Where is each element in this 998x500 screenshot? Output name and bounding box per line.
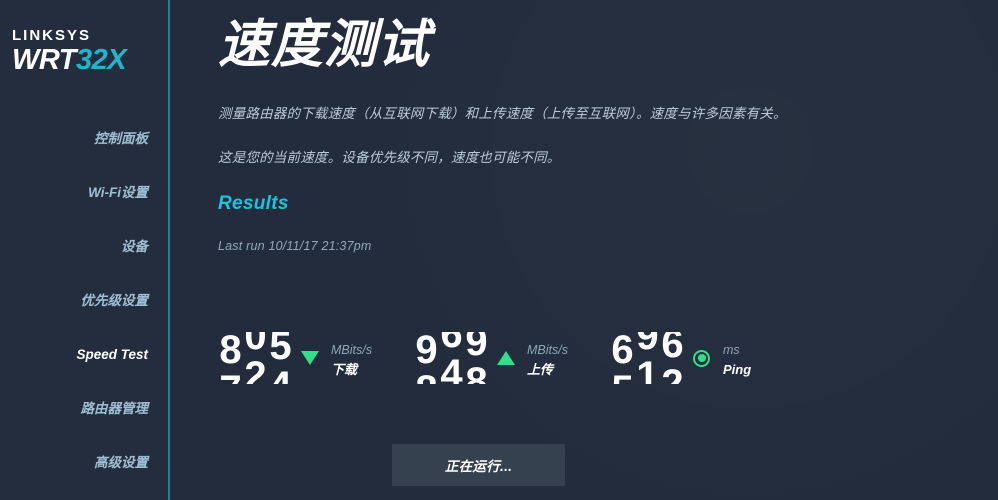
digit-current: 9: [636, 332, 659, 358]
metric-ping: 659162msPing: [610, 332, 751, 394]
digit-reel-0: 98: [414, 332, 439, 384]
digit-reel-0: 87: [218, 332, 243, 384]
digit-reel-0: 65: [610, 332, 635, 384]
metric-name: Ping: [722, 362, 752, 378]
metric-download: 870254 MBits/s 下载: [218, 332, 372, 394]
digit-next: 4: [440, 352, 463, 384]
sidebar-item-2[interactable]: 设备: [0, 220, 170, 274]
metric-unit: MBits/s: [526, 343, 568, 357]
main-content: 速度测试 测量路由器的下载速度（从互联网下载）和上传速度（上传至互联网）。速度与…: [170, 0, 998, 500]
metric-unit: MBits/s: [331, 343, 372, 357]
digit-next: 8: [414, 370, 439, 384]
metric-name: 下载: [331, 362, 358, 378]
digit-reel-2: 98: [464, 332, 489, 384]
triangle-down-icon: [301, 351, 319, 365]
digit-current: 8: [219, 332, 242, 372]
linksys-logo: LINKSYS WRT32X: [12, 28, 158, 75]
digit-current: 6: [661, 332, 684, 366]
sidebar-item-4[interactable]: Speed Test: [0, 328, 170, 382]
sidebar-item-0[interactable]: 控制面板: [0, 112, 170, 166]
digit-reel-2: 62: [660, 332, 685, 384]
sidebar-item-6[interactable]: 高级设置: [0, 436, 170, 490]
logo-model-prefix: WRT: [12, 44, 77, 76]
sidebar-item-3[interactable]: 优先级设置: [0, 274, 170, 328]
logo-model-text: WRT32X: [12, 46, 158, 75]
results-heading: Results: [218, 192, 289, 214]
metric-name: 上传: [526, 362, 553, 378]
page-title: 速度测试: [218, 16, 431, 74]
digit-reel-1: 91: [635, 332, 660, 384]
digit-current: 5: [269, 332, 292, 368]
metric-labels-upload: MBits/s 上传: [527, 332, 568, 381]
description-line-2: 这是您的当前速度。设备优先级不同，速度也可能不同。: [218, 149, 561, 165]
metric-labels-download: MBits/s 下载: [331, 332, 372, 381]
logo-brand-text: LINKSYS: [12, 27, 92, 44]
digit-current: 6: [611, 332, 634, 372]
digit-next: 5: [610, 370, 635, 384]
sidebar: LINKSYS WRT32X 控制面板 Wi-Fi设置 设备 优先级设置 Speed T…: [0, 0, 170, 500]
digit-current: 9: [415, 332, 438, 372]
ring-icon: [693, 349, 711, 367]
digit-next: 1: [636, 354, 659, 384]
triangle-down-icon-wrap: [293, 332, 327, 384]
metrics-row: 870254MBits/s下载986498MBits/s上传659162msPi…: [218, 332, 751, 394]
digit-next: 2: [244, 354, 267, 384]
sidebar-nav: 控制面板 Wi-Fi设置 设备 优先级设置 Speed Test 路由器管理 高级设置: [0, 112, 170, 490]
sidebar-item-5[interactable]: 路由器管理: [0, 382, 170, 436]
digit-reel-1: 64: [439, 332, 464, 384]
digit-next: 8: [465, 360, 488, 384]
metric-value-ping: 659162: [610, 332, 685, 384]
triangle-up-icon-wrap: [489, 332, 523, 384]
digit-current: 0: [244, 332, 267, 358]
speed-test-page: LINKSYS WRT32X 控制面板 Wi-Fi设置 设备 优先级设置 Speed T…: [0, 0, 998, 500]
ring-icon-wrap: [685, 332, 719, 384]
metric-upload: 986498MBits/s上传: [414, 332, 568, 394]
last-run-timestamp: Last run 10/11/17 21:37pm: [218, 238, 372, 253]
run-speed-test-button[interactable]: 正在运行...: [392, 444, 565, 486]
sidebar-item-1[interactable]: Wi-Fi设置: [0, 166, 170, 220]
digit-current: 6: [440, 332, 463, 356]
digit-next: 2: [661, 362, 684, 384]
metric-labels-ping: ms Ping: [723, 332, 751, 381]
triangle-up-icon: [496, 351, 515, 365]
digit-next: 7: [218, 370, 243, 384]
digit-reel-1: 02: [243, 332, 268, 384]
description-line-1: 测量路由器的下载速度（从互联网下载）和上传速度（上传至互联网）。速度与许多因素有…: [218, 105, 787, 121]
digit-next: 4: [268, 366, 293, 384]
digit-current: 9: [465, 332, 488, 364]
metric-value-download: 870254: [218, 332, 293, 384]
metric-value-upload: 986498: [414, 332, 489, 384]
metric-unit: ms: [722, 343, 740, 357]
logo-model-suffix: 32X: [76, 44, 127, 76]
digit-reel-2: 54: [268, 332, 293, 384]
